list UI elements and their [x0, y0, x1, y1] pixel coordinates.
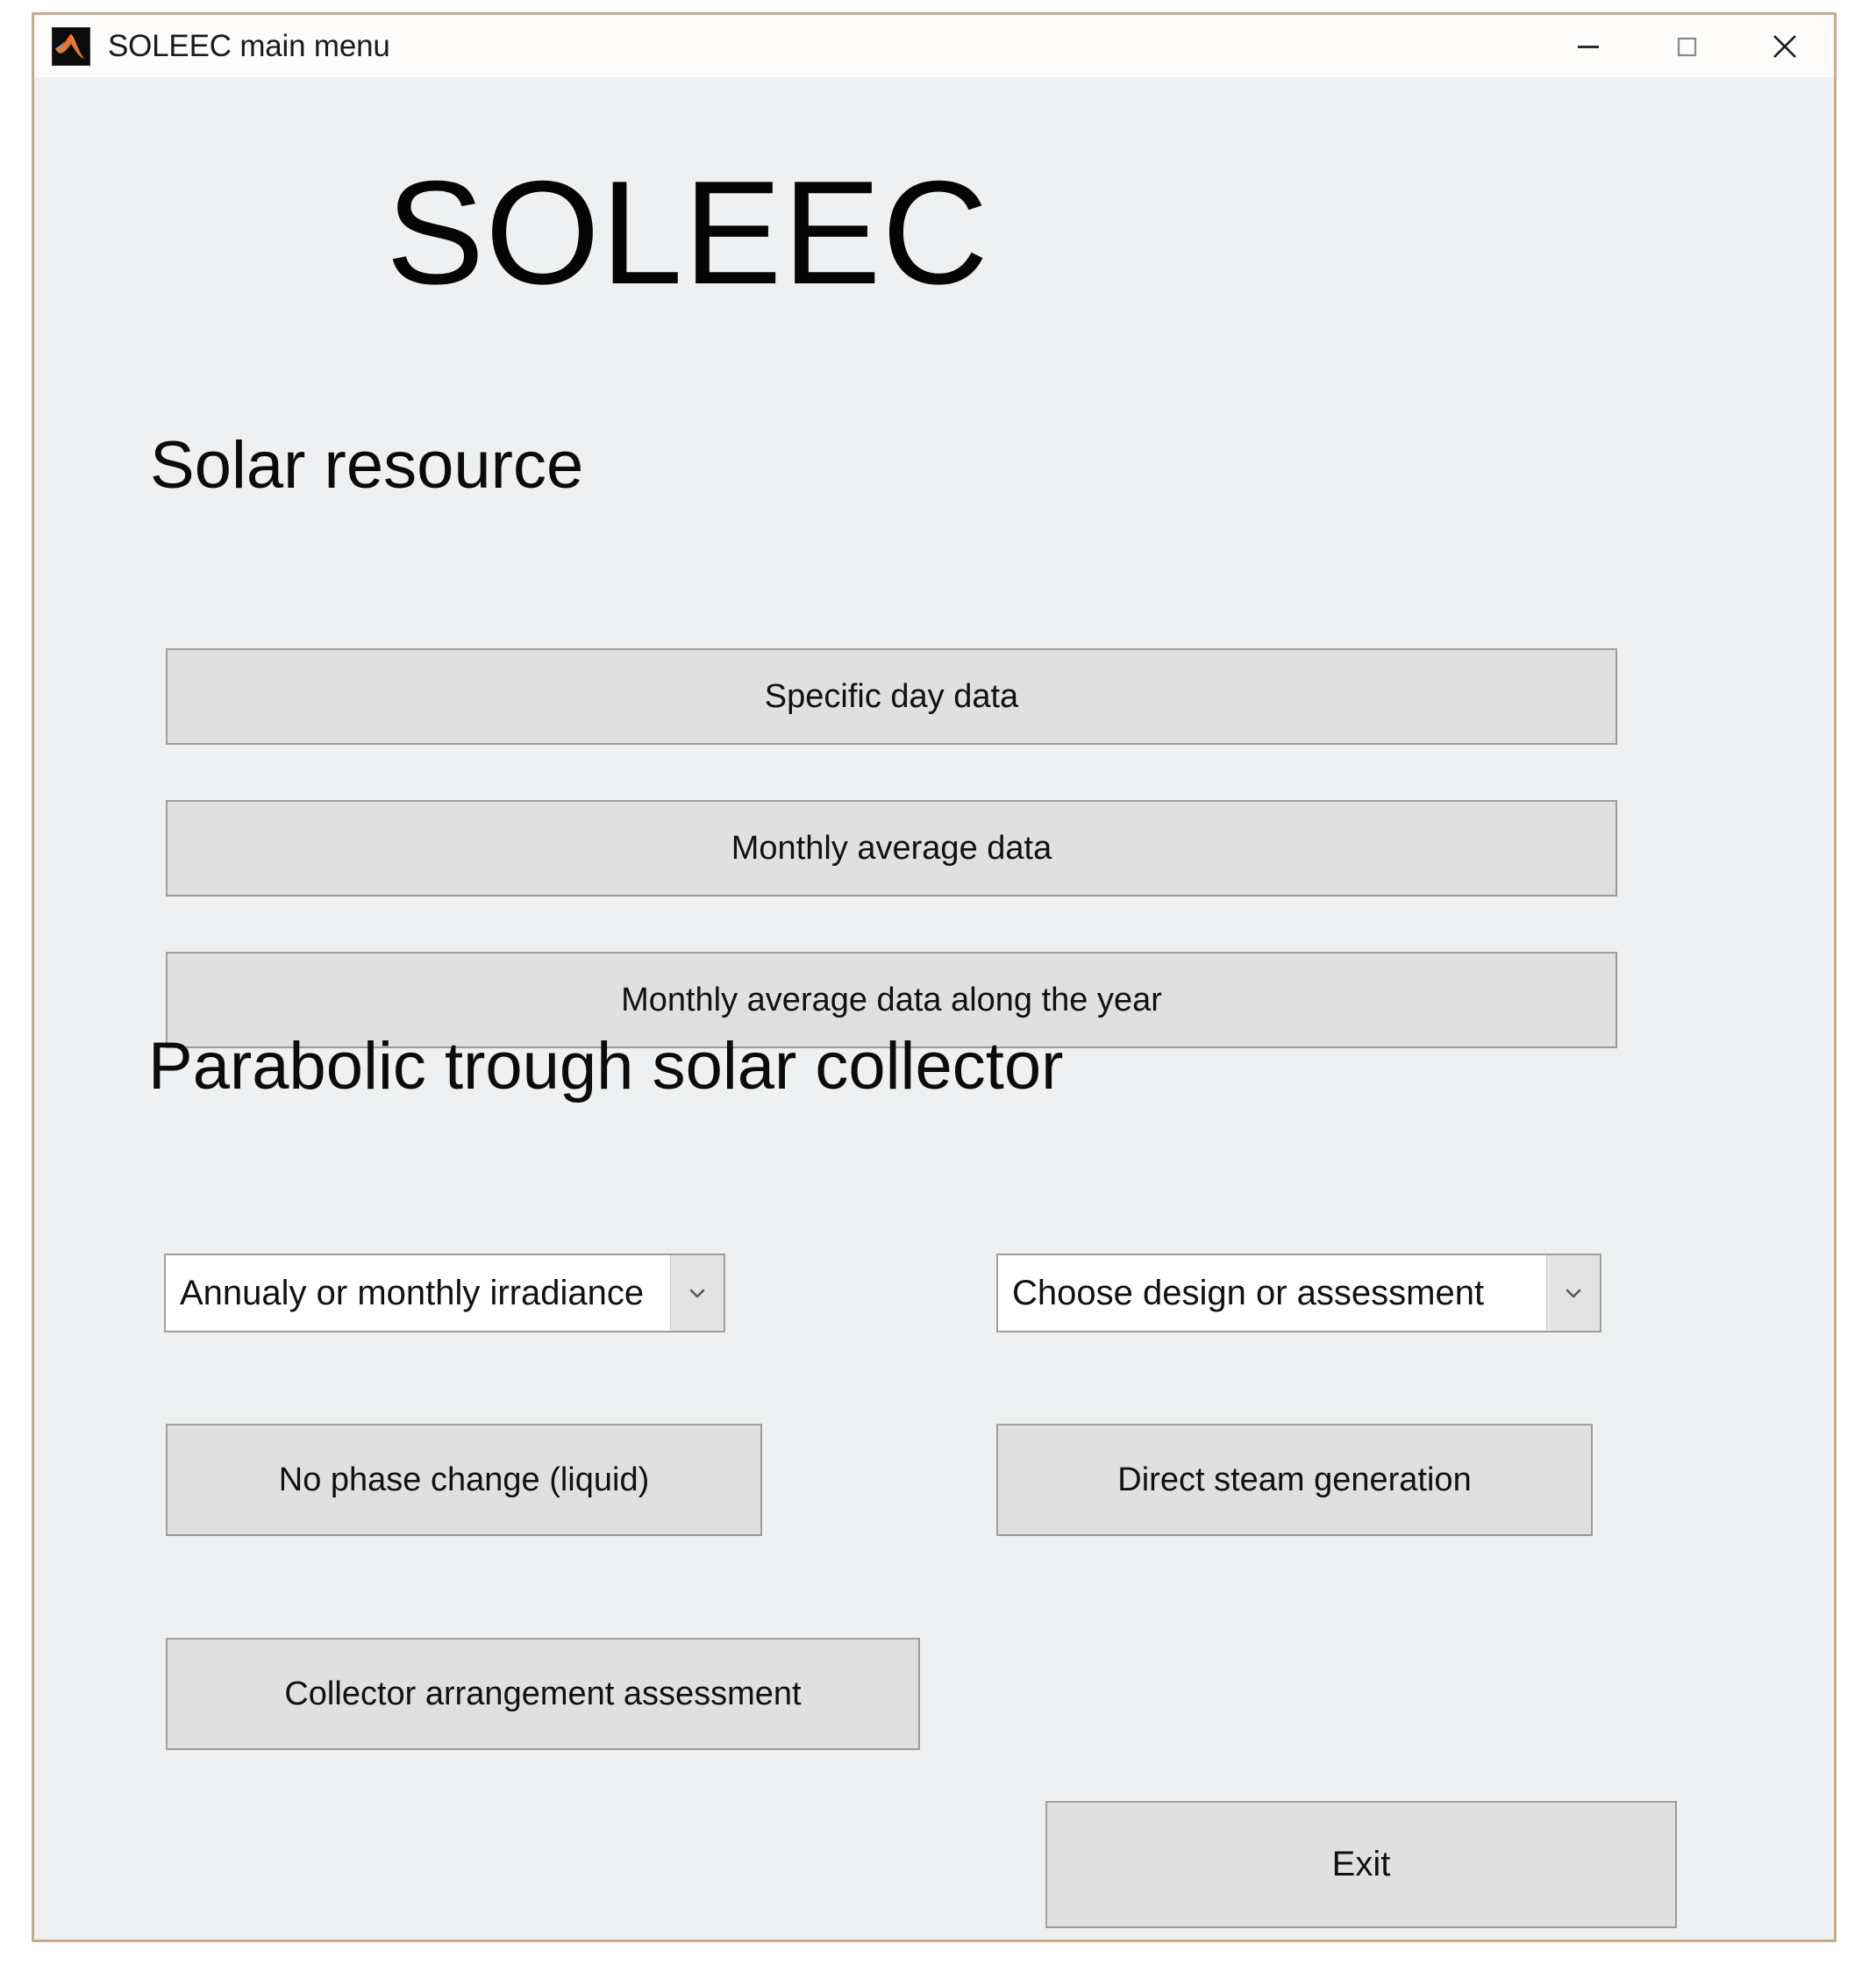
irradiance-period-value: Annualy or monthly irradiance	[180, 1273, 645, 1312]
window-title: SOLEEC main menu	[108, 28, 390, 63]
chevron-down-icon[interactable]	[670, 1255, 724, 1331]
exit-button[interactable]: Exit	[1045, 1801, 1677, 1928]
no-phase-change-liquid-button[interactable]: No phase change (liquid)	[166, 1424, 762, 1536]
minimize-icon	[1573, 32, 1603, 61]
section-heading-parabolic-trough-solar-collector: Parabolic trough solar collector	[148, 1029, 1064, 1104]
matlab-icon	[52, 26, 90, 66]
monthly-average-data-button[interactable]: Monthly average data	[166, 800, 1617, 897]
minimize-button[interactable]	[1539, 15, 1637, 78]
title-bar: SOLEEC main menu	[34, 15, 1834, 78]
close-button[interactable]	[1736, 15, 1834, 78]
main-panel: SOLEEC Solar resource Specific day data …	[34, 78, 1834, 1940]
design-or-assessment-value: Choose design or assessment	[1012, 1273, 1485, 1312]
irradiance-period-dropdown[interactable]: Annualy or monthly irradiance	[164, 1254, 725, 1333]
page-title: SOLEEC	[386, 150, 989, 315]
specific-day-data-button[interactable]: Specific day data	[166, 648, 1617, 745]
maximize-icon	[1672, 32, 1701, 61]
direct-steam-generation-button[interactable]: Direct steam generation	[996, 1424, 1593, 1536]
collector-arrangement-assessment-button[interactable]: Collector arrangement assessment	[166, 1638, 920, 1750]
chevron-down-icon[interactable]	[1546, 1255, 1600, 1331]
design-or-assessment-dropdown[interactable]: Choose design or assessment	[996, 1254, 1601, 1333]
close-icon	[1765, 27, 1804, 66]
maximize-button[interactable]	[1637, 15, 1736, 78]
section-heading-solar-resource: Solar resource	[150, 428, 584, 503]
application-window: SOLEEC main menu SOLEEC Solar resource S…	[32, 12, 1837, 1942]
window-controls	[1539, 15, 1834, 78]
